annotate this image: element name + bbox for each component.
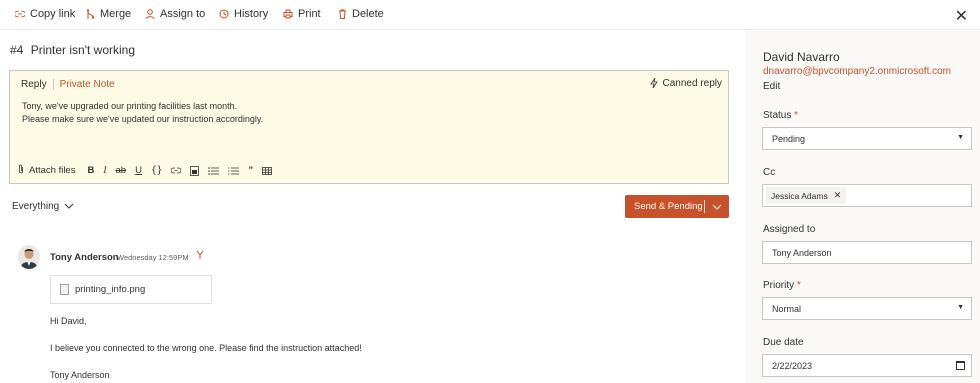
image-insert-icon[interactable] — [190, 165, 200, 176]
button-divider — [704, 200, 705, 213]
caret-down-icon: ▼ — [957, 304, 964, 311]
message-greeting: Hi David, — [50, 316, 87, 326]
required-marker: * — [796, 280, 801, 291]
editor-tabs: Reply Private Note — [21, 79, 115, 90]
paperclip-icon — [18, 164, 24, 177]
history-icon — [219, 8, 229, 20]
link-insert-icon[interactable] — [171, 167, 182, 174]
remove-chip-icon[interactable]: ✕ — [834, 190, 842, 201]
quote-icon[interactable]: ” — [248, 165, 253, 176]
chevron-down-icon — [64, 201, 74, 212]
link-icon — [15, 8, 25, 20]
priority-value: Normal — [772, 303, 802, 314]
attach-files-button[interactable]: Attach files — [18, 164, 75, 177]
assign-to-label: Assign to — [160, 8, 206, 20]
cc-label: Cc — [763, 167, 776, 178]
priority-select[interactable]: Normal ▼ — [762, 297, 972, 320]
cc-field[interactable]: Jessica Adams ✕ — [762, 184, 972, 207]
priority-label: Priority * — [763, 280, 801, 291]
canned-reply-button[interactable]: Canned reply — [649, 77, 722, 91]
copy-link-label: Copy link — [30, 8, 76, 20]
merge-icon — [85, 8, 95, 20]
page-title: #4 Printer isn't working — [10, 43, 135, 57]
status-value: Pending — [772, 133, 806, 144]
requester-name: David Navarro — [763, 50, 840, 64]
attachment-file[interactable]: printing_info.png — [50, 275, 212, 304]
due-date-label: Due date — [763, 337, 804, 348]
reply-editor[interactable]: Reply Private Note Canned reply Tony, we… — [9, 70, 729, 184]
required-marker: * — [794, 110, 799, 121]
trash-icon — [337, 8, 347, 20]
due-date-value: 2/22/2023 — [772, 360, 813, 371]
send-pending-label: Send & Pending — [634, 201, 703, 212]
requester-email[interactable]: dnavarro@bpvcompany2.onmicrosoft.com — [763, 66, 951, 77]
assigned-to-value: Tony Anderson — [772, 247, 832, 258]
print-button[interactable]: Print — [283, 8, 321, 20]
cc-chip: Jessica Adams ✕ — [766, 187, 847, 204]
priority-label-text: Priority — [763, 280, 795, 291]
attachment-filename: printing_info.png — [75, 284, 146, 295]
copy-link-button[interactable]: Copy link — [15, 8, 75, 20]
bold-icon[interactable]: B — [87, 165, 94, 176]
assigned-to-label: Assigned to — [763, 224, 816, 235]
editor-line-2: Please make sure we've updated our instr… — [22, 114, 264, 124]
edit-requester-link[interactable]: Edit — [763, 81, 780, 92]
print-label: Print — [298, 8, 321, 20]
ticket-number: #4 — [10, 43, 24, 57]
send-pending-button[interactable]: Send & Pending — [625, 195, 729, 218]
italic-icon[interactable]: I — [103, 166, 106, 176]
tab-reply[interactable]: Reply — [21, 79, 54, 90]
code-icon[interactable]: {} — [151, 165, 162, 176]
avatar — [18, 245, 40, 269]
message-timestamp: Wednesday 12:59PM — [117, 253, 189, 262]
command-bar: Copy link Merge Assign to History Print … — [0, 0, 980, 30]
merge-label: Merge — [100, 8, 132, 20]
message-body: I believe you connected to the wrong one… — [50, 343, 362, 353]
lightning-icon — [649, 77, 658, 91]
message-author: Tony Anderson — [50, 252, 119, 263]
underline-icon[interactable]: U — [135, 165, 142, 176]
canned-reply-label: Canned reply — [662, 78, 722, 89]
person-icon — [145, 8, 155, 20]
printer-icon — [283, 8, 293, 20]
chevron-down-icon[interactable] — [705, 202, 729, 212]
calendar-icon[interactable] — [956, 361, 965, 370]
merge-icon — [196, 250, 204, 263]
editor-line-1: Tony, we've upgraded our printing facili… — [22, 101, 238, 111]
history-label: History — [234, 8, 269, 20]
file-icon — [60, 284, 69, 295]
strikethrough-icon[interactable]: ab — [116, 165, 127, 176]
editor-body[interactable]: Tony, we've upgraded our printing facili… — [22, 100, 263, 126]
activity-filter-label: Everything — [12, 201, 60, 212]
caret-down-icon: ▼ — [957, 134, 964, 141]
message-signature: Tony Anderson — [50, 370, 110, 380]
delete-label: Delete — [352, 8, 384, 20]
merge-button[interactable]: Merge — [85, 8, 131, 20]
delete-button[interactable]: Delete — [337, 8, 384, 20]
close-icon[interactable]: ✕ — [955, 6, 968, 26]
ticket-properties-panel: David Navarro dnavarro@bpvcompany2.onmic… — [745, 31, 980, 383]
assign-to-button[interactable]: Assign to — [145, 8, 205, 20]
activity-filter-dropdown[interactable]: Everything — [12, 201, 74, 212]
attach-files-label: Attach files — [29, 165, 76, 176]
status-select[interactable]: Pending ▼ — [762, 127, 972, 150]
formatting-toolbar: Attach files B I ab U {} ” — [18, 164, 281, 177]
table-icon[interactable] — [262, 166, 273, 175]
history-button[interactable]: History — [219, 8, 268, 20]
status-label: Status * — [763, 110, 798, 121]
cc-chip-label: Jessica Adams — [771, 190, 828, 201]
tab-private-note[interactable]: Private Note — [54, 79, 115, 90]
status-label-text: Status — [763, 110, 792, 121]
assigned-to-field[interactable]: Tony Anderson — [762, 241, 972, 264]
numbered-list-icon[interactable] — [228, 167, 240, 175]
ticket-title-text: Printer isn't working — [30, 43, 136, 57]
bullet-list-icon[interactable] — [208, 166, 220, 175]
due-date-picker[interactable]: 2/22/2023 — [762, 354, 972, 377]
